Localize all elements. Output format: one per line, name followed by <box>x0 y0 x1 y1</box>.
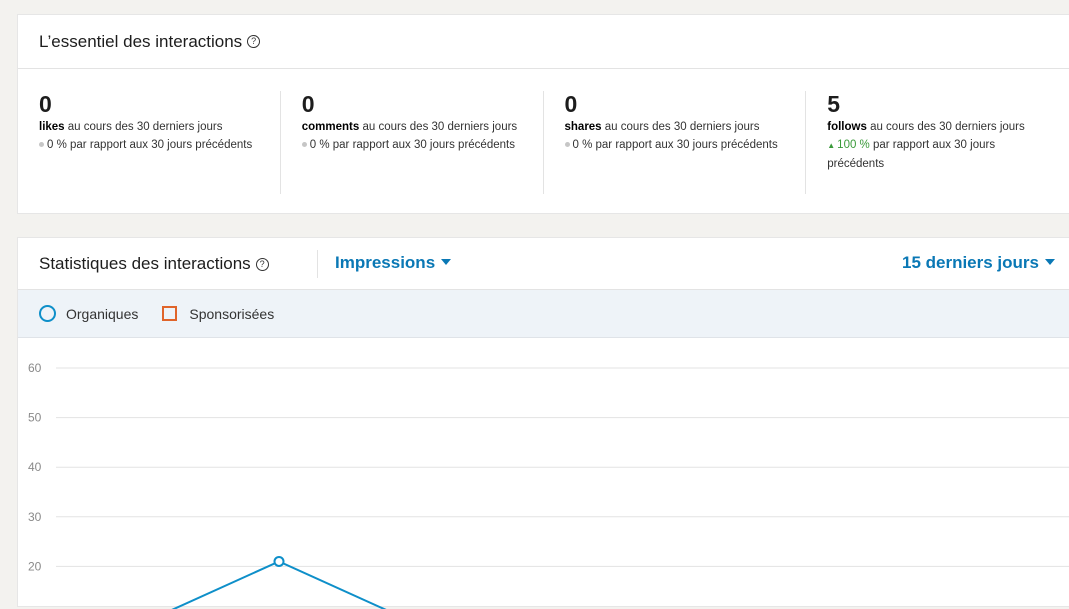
metric-period: au cours des 30 derniers jours <box>867 121 1025 133</box>
metric-value: 0 <box>565 91 786 117</box>
circle-marker-icon <box>39 305 56 322</box>
metric-label: shares <box>565 121 602 133</box>
metric-shares: 0 shares au cours des 30 derniers jours … <box>544 91 807 194</box>
metric-likes: 0 likes au cours des 30 derniers jours 0… <box>18 91 281 194</box>
metric-value: 0 <box>302 91 523 117</box>
metric-label: comments <box>302 121 360 133</box>
trend-up-icon: ▲ <box>827 141 835 150</box>
metric-label: likes <box>39 121 65 133</box>
metric-value: 5 <box>827 91 1049 117</box>
neutral-dot-icon <box>302 142 307 147</box>
metric-label: follows <box>827 121 867 133</box>
interactions-line-chart: 20 30 40 50 60 <box>18 339 1069 609</box>
metric-period: au cours des 30 derniers jours <box>359 121 517 133</box>
metric-period: au cours des 30 derniers jours <box>602 121 760 133</box>
chart-legend: Organiques Sponsorisées <box>18 290 1069 338</box>
help-circle-icon[interactable]: ? <box>256 258 269 271</box>
y-tick-label: 30 <box>28 510 42 524</box>
metric-change-pct: 100 % <box>837 139 870 151</box>
y-tick-label: 20 <box>28 559 42 573</box>
metrics-row: 0 likes au cours des 30 derniers jours 0… <box>18 69 1069 194</box>
data-point[interactable] <box>275 557 284 566</box>
date-range-dropdown[interactable]: 15 derniers jours <box>902 253 1055 273</box>
square-marker-icon <box>162 306 177 321</box>
highlights-title: L’essentiel des interactions <box>39 32 242 52</box>
header-divider <box>317 250 318 278</box>
highlights-header: L’essentiel des interactions ? <box>18 15 1069 69</box>
metric-follows: 5 follows au cours des 30 derniers jours… <box>806 91 1069 194</box>
interactions-highlights-card: L’essentiel des interactions ? 0 likes a… <box>17 14 1069 214</box>
stats-title: Statistiques des interactions <box>39 254 251 273</box>
series-line-organic <box>137 403 1069 609</box>
metric-change: 0 % par rapport aux 30 jours précédents <box>47 139 252 151</box>
stats-header: Statistiques des interactions? Impressio… <box>18 238 1069 290</box>
y-tick-label: 50 <box>28 411 42 425</box>
metric-period: au cours des 30 derniers jours <box>65 121 223 133</box>
metric-dropdown[interactable]: Impressions <box>335 253 451 273</box>
neutral-dot-icon <box>565 142 570 147</box>
metric-change: 0 % par rapport aux 30 jours précédents <box>573 139 778 151</box>
legend-organic[interactable]: Organiques <box>39 305 138 322</box>
caret-down-icon <box>1045 259 1055 265</box>
interactions-stats-card: Statistiques des interactions? Impressio… <box>17 237 1069 607</box>
caret-down-icon <box>441 259 451 265</box>
y-tick-label: 60 <box>28 361 42 375</box>
y-tick-label: 40 <box>28 460 42 474</box>
metric-value: 0 <box>39 91 260 117</box>
metric-change: 0 % par rapport aux 30 jours précédents <box>310 139 515 151</box>
legend-sponsored[interactable]: Sponsorisées <box>162 306 274 322</box>
metric-comments: 0 comments au cours des 30 derniers jour… <box>281 91 544 194</box>
neutral-dot-icon <box>39 142 44 147</box>
help-circle-icon[interactable]: ? <box>247 35 260 48</box>
